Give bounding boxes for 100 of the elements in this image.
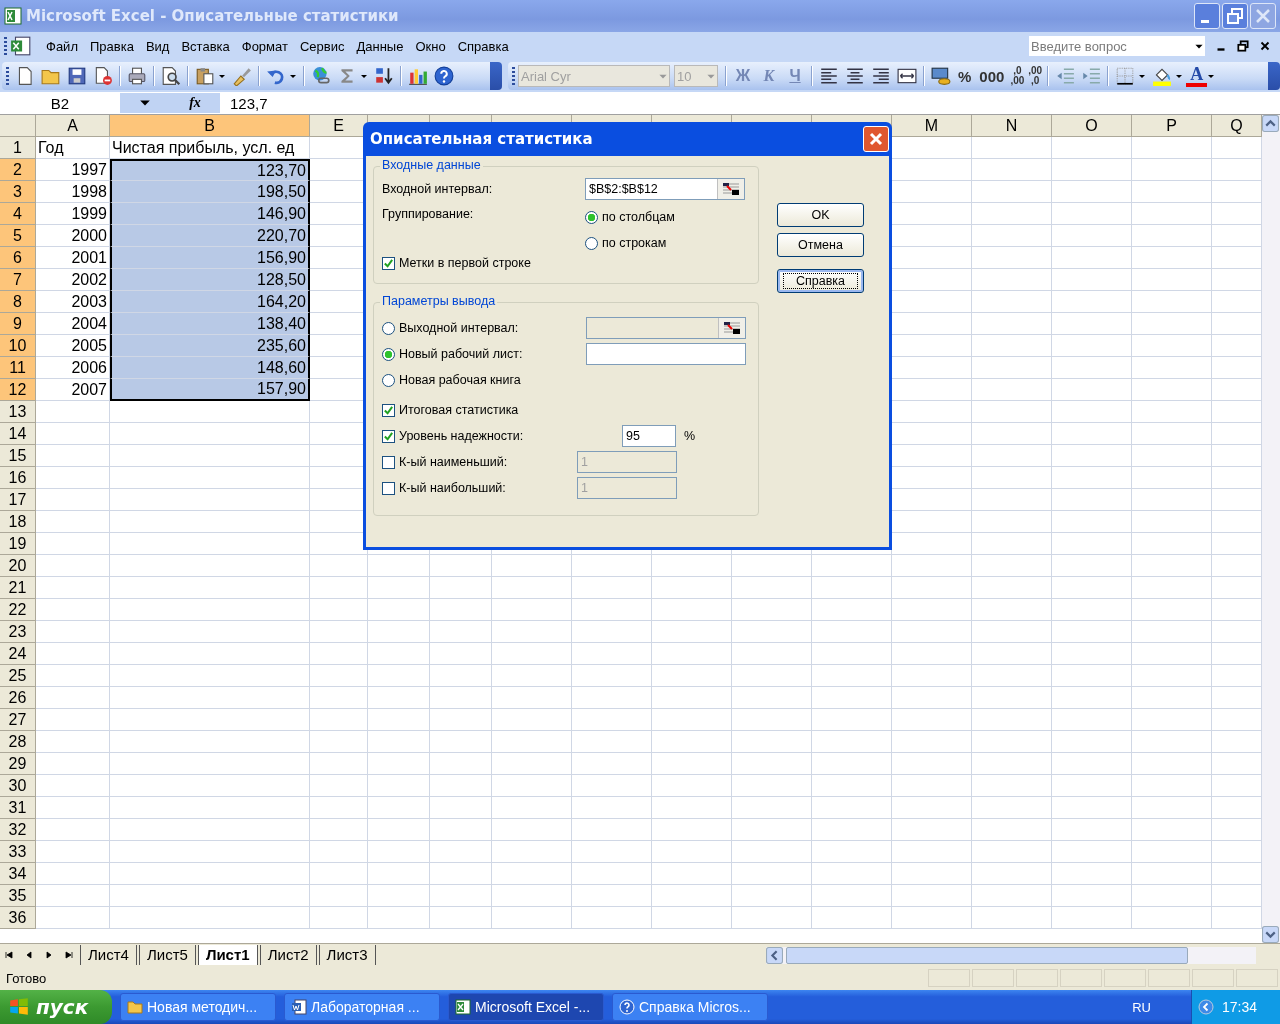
scroll-down-icon[interactable]	[1262, 926, 1279, 943]
scroll-up-icon[interactable]	[1262, 115, 1279, 132]
checkbox-label[interactable]: К-ый наименьший:	[399, 455, 508, 469]
radio-label[interactable]: по строкам	[602, 236, 667, 250]
column-header[interactable]: E	[310, 115, 368, 137]
menu-item[interactable]: Формат	[235, 38, 294, 54]
column-header[interactable]: N	[972, 115, 1052, 137]
dialog-button[interactable]: Отмена	[777, 233, 864, 257]
thousands-button[interactable]: 000	[975, 65, 1009, 87]
row-header[interactable]: 32	[0, 819, 36, 841]
row-header[interactable]: 10	[0, 335, 36, 357]
align-center-icon[interactable]	[845, 66, 865, 86]
row-header[interactable]: 25	[0, 665, 36, 687]
menu-item[interactable]: Вид	[139, 38, 176, 54]
sort-ascending-icon[interactable]	[374, 66, 394, 86]
sheet-name-field[interactable]	[586, 343, 746, 365]
previous-sheet-icon[interactable]	[24, 950, 34, 960]
checkbox[interactable]	[382, 481, 395, 495]
align-right-icon[interactable]	[871, 66, 891, 86]
menu-item[interactable]: Вставка	[175, 38, 236, 54]
last-sheet-icon[interactable]	[64, 950, 74, 960]
taskbar-button[interactable]: Новая методич...	[120, 993, 276, 1021]
increase-decimal-button[interactable]: ,0 ,00	[1008, 65, 1027, 87]
row-header[interactable]: 4	[0, 203, 36, 225]
scroll-left-icon[interactable]	[766, 946, 783, 964]
row-header[interactable]: 18	[0, 511, 36, 533]
dialog-button[interactable]: Справка	[777, 269, 864, 293]
row-header[interactable]: 24	[0, 643, 36, 665]
next-sheet-icon[interactable]	[44, 950, 54, 960]
row-header[interactable]: 11	[0, 357, 36, 379]
row-header[interactable]: 5	[0, 225, 36, 247]
row-header[interactable]: 31	[0, 797, 36, 819]
insert-function-button[interactable]: fx	[170, 93, 220, 113]
sheet-tab[interactable]: Лист1	[197, 945, 258, 965]
sheet-tab[interactable]: Лист3	[318, 945, 376, 965]
radio-button[interactable]	[382, 347, 395, 361]
close-workbook-icon[interactable]	[1258, 39, 1272, 53]
row-header[interactable]: 7	[0, 269, 36, 291]
radio-label[interactable]: Новая рабочая книга	[399, 373, 521, 387]
range-picker-icon[interactable]	[722, 182, 740, 196]
decrease-decimal-button[interactable]: ,00 ,0	[1026, 65, 1045, 87]
menu-item[interactable]: Правка	[83, 38, 140, 54]
print-icon[interactable]	[127, 66, 147, 86]
borders-icon[interactable]	[1115, 66, 1136, 86]
minimize-button[interactable]	[1194, 3, 1220, 29]
merge-center-icon[interactable]	[897, 66, 917, 86]
currency-icon[interactable]	[931, 66, 951, 86]
font-color-button[interactable]: A	[1186, 65, 1208, 87]
align-left-icon[interactable]	[819, 66, 839, 86]
checkbox[interactable]	[382, 429, 395, 443]
checkbox-label[interactable]: Итоговая статистика	[399, 403, 519, 417]
scrollbar-thumb[interactable]	[786, 946, 1188, 964]
row-header[interactable]: 34	[0, 863, 36, 885]
row-header[interactable]: 28	[0, 731, 36, 753]
confidence-level-field[interactable]: 95	[622, 425, 676, 447]
help-search-field[interactable]: Введите вопрос	[1028, 35, 1206, 57]
radio-label[interactable]: Новый рабочий лист:	[399, 347, 523, 361]
row-header[interactable]: 20	[0, 555, 36, 577]
row-header[interactable]: 21	[0, 577, 36, 599]
row-header[interactable]: 8	[0, 291, 36, 313]
help-search-input[interactable]: Введите вопрос	[1029, 37, 1183, 55]
row-header[interactable]: 9	[0, 313, 36, 335]
column-header[interactable]: M	[892, 115, 972, 137]
help-icon[interactable]	[434, 66, 454, 86]
row-header[interactable]: 14	[0, 423, 36, 445]
format-painter-icon[interactable]	[232, 66, 252, 86]
row-header[interactable]: 1	[0, 137, 36, 159]
input-range-field[interactable]: $B$2:$B$12	[585, 178, 745, 200]
radio-button[interactable]	[382, 373, 395, 387]
checkbox-label[interactable]: Уровень надежности:	[399, 429, 524, 443]
row-header[interactable]: 33	[0, 841, 36, 863]
sheet-tab[interactable]: Лист4	[80, 945, 137, 965]
row-header[interactable]: 27	[0, 709, 36, 731]
radio-label[interactable]: по столбцам	[602, 210, 675, 224]
print-preview-icon[interactable]	[161, 66, 181, 86]
row-header[interactable]: 19	[0, 533, 36, 555]
checkbox[interactable]	[382, 403, 395, 417]
fill-color-icon[interactable]	[1152, 66, 1173, 86]
checkbox[interactable]	[382, 455, 395, 469]
restore-button[interactable]	[1222, 3, 1248, 29]
restore-workbook-icon[interactable]	[1236, 39, 1250, 53]
workbook-icon[interactable]	[10, 35, 32, 57]
taskbar-button[interactable]: Microsoft Excel -...	[448, 993, 604, 1021]
row-header[interactable]: 6	[0, 247, 36, 269]
menu-item[interactable]: Сервис	[293, 38, 351, 54]
taskbar-button[interactable]: Лабораторная ...	[284, 993, 440, 1021]
formula-field[interactable]: 123,7	[220, 94, 1280, 112]
column-header[interactable]: B	[110, 115, 310, 137]
row-header[interactable]: 13	[0, 401, 36, 423]
row-header[interactable]: 22	[0, 599, 36, 621]
row-header[interactable]: 17	[0, 489, 36, 511]
paste-icon[interactable]	[195, 66, 215, 86]
radio-button[interactable]	[585, 236, 598, 250]
hyperlink-icon[interactable]	[311, 66, 331, 86]
row-header[interactable]: 30	[0, 775, 36, 797]
menu-item[interactable]: Файл	[40, 38, 84, 54]
menu-item[interactable]: Окно	[409, 38, 452, 54]
checkbox-label[interactable]: Метки в первой строке	[399, 256, 531, 270]
column-header[interactable]: Q	[1212, 115, 1262, 137]
column-header[interactable]: A	[36, 115, 110, 137]
